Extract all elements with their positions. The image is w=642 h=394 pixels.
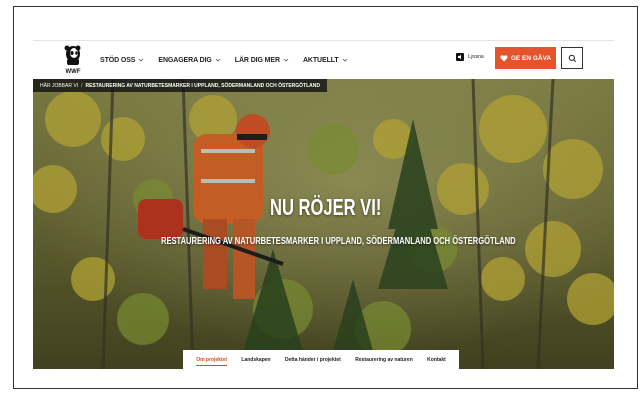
hero-banner: HÄR JOBBAR VI / RESTAURERING AV NATURBET…	[33, 79, 614, 369]
nav-item-lar-dig-mer[interactable]: LÄR DIG MER	[235, 57, 289, 64]
chevron-down-icon	[215, 58, 221, 62]
breadcrumb-item-har-jobbar-vi[interactable]: HÄR JOBBAR VI	[40, 83, 78, 89]
breadcrumb: HÄR JOBBAR VI / RESTAURERING AV NATURBET…	[33, 79, 328, 92]
nav-item-label: ENGAGERA DIG	[158, 56, 212, 64]
breadcrumb-separator: /	[81, 82, 83, 89]
chevron-down-icon	[342, 58, 347, 62]
search-button[interactable]	[561, 47, 583, 69]
tab-restaurering-av-naturen[interactable]: Restaurering av naturen	[355, 350, 413, 369]
site-header: WWF STÖD OSS ENGAGERA DIG LÄR DIG MER AK…	[33, 41, 614, 79]
project-tab-bar: Om projektet Landskapen Detta händer i p…	[183, 350, 459, 369]
nav-item-label: STÖD OSS	[100, 56, 136, 64]
tab-detta-hander-i-projektet[interactable]: Detta händer i projektet	[285, 350, 341, 369]
nav-item-engagera-dig[interactable]: ENGAGERA DIG	[158, 56, 221, 64]
main-nav: STÖD OSS ENGAGERA DIG LÄR DIG MER AKTUEL…	[100, 41, 362, 79]
breadcrumb-current-page: RESTAURERING AV NATURBETESMARKER I UPPLA…	[85, 82, 321, 89]
donate-button[interactable]: GE EN GÅVA	[495, 47, 556, 69]
tab-om-projektet[interactable]: Om projektet	[196, 350, 227, 369]
listen-label: Lyssna	[468, 54, 484, 60]
page-title: NU RÖJER VI!	[270, 194, 382, 220]
listen-button[interactable]: Lyssna	[456, 53, 484, 61]
nav-item-aktuellt[interactable]: AKTUELLT	[303, 57, 348, 64]
wwf-panda-logo[interactable]: WWF	[63, 45, 83, 75]
nav-item-stod-oss[interactable]: STÖD OSS	[100, 57, 144, 64]
logo-wordmark: WWF	[66, 69, 81, 75]
tab-kontakt[interactable]: Kontakt	[427, 350, 446, 369]
page-subtitle: RESTAURERING AV NATURBETESMARKER I UPPLA…	[161, 235, 516, 247]
chevron-down-icon	[283, 58, 289, 62]
speaker-icon	[456, 53, 464, 61]
nav-item-label: AKTUELLT	[302, 56, 339, 64]
search-icon	[568, 54, 576, 62]
nav-item-label: LÄR DIG MER	[234, 56, 280, 64]
hero-photo-forest-clearing	[33, 79, 614, 369]
chevron-down-icon	[139, 58, 144, 62]
heart-icon	[500, 54, 508, 61]
tab-landskapen[interactable]: Landskapen	[241, 350, 270, 369]
donate-label: GE EN GÅVA	[510, 54, 552, 62]
